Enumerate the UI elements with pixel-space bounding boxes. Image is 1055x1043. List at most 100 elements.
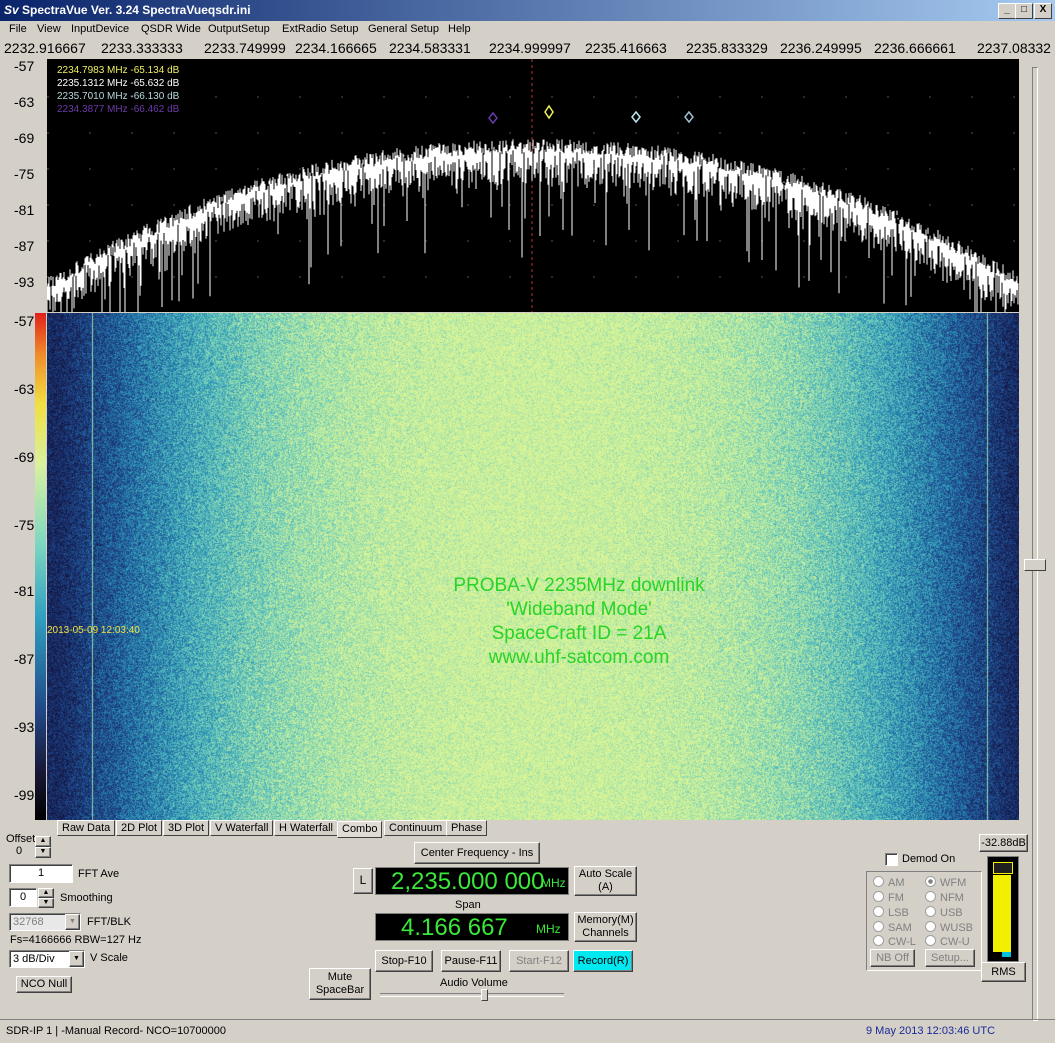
l-button[interactable]: L xyxy=(353,868,373,894)
demod-on-label: Demod On xyxy=(902,853,956,865)
menu-inputdevice[interactable]: InputDevice xyxy=(71,23,129,35)
menu-qsdr-wide[interactable]: QSDR Wide xyxy=(141,23,201,35)
smoothing-input[interactable]: 0 xyxy=(9,888,37,907)
spectrum-y-label: -81 xyxy=(14,202,35,218)
span-display[interactable]: 4.166 667 MHz xyxy=(375,913,569,941)
tab-phase[interactable]: Phase xyxy=(446,820,488,836)
waterfall-y-label: -57 xyxy=(14,313,35,329)
tab-2d-plot[interactable]: 2D Plot xyxy=(116,820,163,836)
offset-down-button[interactable]: ▼ xyxy=(35,847,51,858)
tab-h-waterfall[interactable]: H Waterfall xyxy=(274,820,338,836)
status-datetime: 9 May 2013 12:03:46 UTC xyxy=(866,1025,996,1037)
waterfall-y-label: -99 xyxy=(14,787,35,803)
fft-blk-select[interactable]: 32768 ▼ xyxy=(9,913,81,931)
center-frequency-value: 2,235.000 000 xyxy=(391,868,545,895)
freq-tick-label: 2236.666661 xyxy=(874,40,956,56)
freq-tick-label: 2232.916667 xyxy=(4,40,86,56)
demod-setup-button[interactable]: Setup... xyxy=(925,949,975,967)
spectrum-y-label: -57 xyxy=(14,58,35,74)
marker-1-icon xyxy=(544,104,554,120)
window-title: SpectraVue Ver. 3.24 SpectraVueqsdr.ini xyxy=(22,3,251,17)
center-frequency-display[interactable]: 2,235.000 000 MHz xyxy=(375,867,569,895)
memory-channels-button[interactable]: Memory(M) Channels xyxy=(574,912,637,942)
menu-general-setup[interactable]: General Setup xyxy=(368,23,439,35)
menu-bar: File View InputDevice QSDR Wide OutputSe… xyxy=(0,21,1055,39)
waterfall-y-label: -63 xyxy=(14,381,35,397)
freq-tick-label: 2234.166665 xyxy=(295,40,377,56)
demod-nfm-radio[interactable]: NFM xyxy=(925,891,964,904)
rms-button[interactable]: RMS xyxy=(981,962,1026,982)
spectrum-trace xyxy=(47,59,1019,312)
offset-up-button[interactable]: ▲ xyxy=(35,836,51,847)
spectrum-y-label: -87 xyxy=(14,238,35,254)
waterfall-image xyxy=(47,313,1019,820)
record-button[interactable]: Record(R) xyxy=(573,950,633,972)
marker-4-icon xyxy=(488,111,498,125)
demod-cw-l-radio[interactable]: CW-L xyxy=(873,935,916,948)
spectrum-y-label: -63 xyxy=(14,94,35,110)
mute-button[interactable]: Mute SpaceBar xyxy=(309,968,371,1000)
tab-combo[interactable]: Combo xyxy=(337,821,383,838)
freq-tick-label: 2237.08332 xyxy=(977,40,1051,56)
smoothing-down-button[interactable]: ▼ xyxy=(38,898,54,908)
tab-3d-plot[interactable]: 3D Plot xyxy=(163,820,210,836)
vertical-slider-thumb[interactable] xyxy=(1024,559,1046,571)
center-frequency-button[interactable]: Center Frequency - Ins xyxy=(414,842,540,864)
vertical-slider-track[interactable] xyxy=(1032,67,1038,1021)
demod-am-radio[interactable]: AM xyxy=(873,876,905,889)
menu-outputsetup[interactable]: OutputSetup xyxy=(208,23,270,35)
freq-tick-label: 2235.833329 xyxy=(686,40,768,56)
start-button[interactable]: Start-F12 xyxy=(509,950,569,972)
demod-wusb-radio[interactable]: WUSB xyxy=(925,921,973,934)
minimize-button[interactable]: _ xyxy=(998,3,1016,19)
span-unit: MHz xyxy=(536,922,561,936)
demod-fm-radio[interactable]: FM xyxy=(873,891,904,904)
overlay-line-1: PROBA-V 2235MHz downlink xyxy=(453,575,705,596)
level-db-button[interactable]: -32.88dB xyxy=(979,834,1028,852)
close-button[interactable]: X xyxy=(1034,3,1052,19)
menu-extradio-setup[interactable]: ExtRadio Setup xyxy=(282,23,358,35)
menu-file[interactable]: File xyxy=(9,23,27,35)
demod-cw-u-radio[interactable]: CW-U xyxy=(925,935,970,948)
stop-button[interactable]: Stop-F10 xyxy=(375,950,433,972)
overlay-line-3: SpaceCraft ID = 21A xyxy=(491,623,667,644)
fft-ave-label: FFT Ave xyxy=(78,868,120,880)
fft-ave-input[interactable]: 1 xyxy=(9,864,73,883)
vscale-label: V Scale xyxy=(90,952,128,964)
menu-view[interactable]: View xyxy=(37,23,61,35)
span-value: 4.166 667 xyxy=(401,914,508,941)
demod-on-checkbox[interactable] xyxy=(885,853,898,866)
tab-raw-data[interactable]: Raw Data xyxy=(57,820,116,836)
nb-off-button[interactable]: NB Off xyxy=(870,949,915,967)
span-label: Span xyxy=(455,899,481,911)
pause-button[interactable]: Pause-F11 xyxy=(441,950,501,972)
fft-blk-label: FFT/BLK xyxy=(87,916,132,928)
waterfall-colorbar xyxy=(35,313,46,820)
waterfall-y-label: -93 xyxy=(14,719,35,735)
spectrum-plot[interactable]: 2234.7983 MHz -65.134 dB 2235.1312 MHz -… xyxy=(47,59,1019,312)
tab-v-waterfall[interactable]: V Waterfall xyxy=(210,820,274,836)
smoothing-up-button[interactable]: ▲ xyxy=(38,888,54,898)
demod-sam-radio[interactable]: SAM xyxy=(873,921,912,934)
chevron-down-icon: ▼ xyxy=(69,951,84,967)
auto-scale-button[interactable]: Auto Scale (A) xyxy=(574,866,637,896)
waterfall-display[interactable]: PROBA-V 2235MHz downlink 'Wideband Mode'… xyxy=(47,313,1019,820)
marker-readout-3: 2235.7010 MHz -66.130 dB xyxy=(57,91,180,102)
waterfall-y-label: -81 xyxy=(14,583,35,599)
tab-continuum[interactable]: Continuum xyxy=(384,820,448,836)
freq-tick-label: 2236.249995 xyxy=(780,40,862,56)
audio-volume-thumb[interactable] xyxy=(481,989,488,1001)
menu-help[interactable]: Help xyxy=(448,23,471,35)
signal-level-meter xyxy=(987,856,1019,962)
marker-readout-2: 2235.1312 MHz -65.632 dB xyxy=(57,78,180,89)
freq-tick-label: 2234.999997 xyxy=(489,40,571,56)
demod-usb-radio[interactable]: USB xyxy=(925,906,963,919)
demod-lsb-radio[interactable]: LSB xyxy=(873,906,909,919)
vscale-select[interactable]: 3 dB/Div ▼ xyxy=(9,950,85,968)
audio-volume-track[interactable] xyxy=(380,993,564,997)
nco-null-button[interactable]: NCO Null xyxy=(16,976,72,993)
chevron-down-icon: ▼ xyxy=(65,914,80,930)
demod-wfm-radio[interactable]: WFM xyxy=(925,876,966,889)
restore-button[interactable]: □ xyxy=(1015,3,1033,19)
fs-rbw-info: Fs=4166666 RBW=127 Hz xyxy=(10,934,142,946)
